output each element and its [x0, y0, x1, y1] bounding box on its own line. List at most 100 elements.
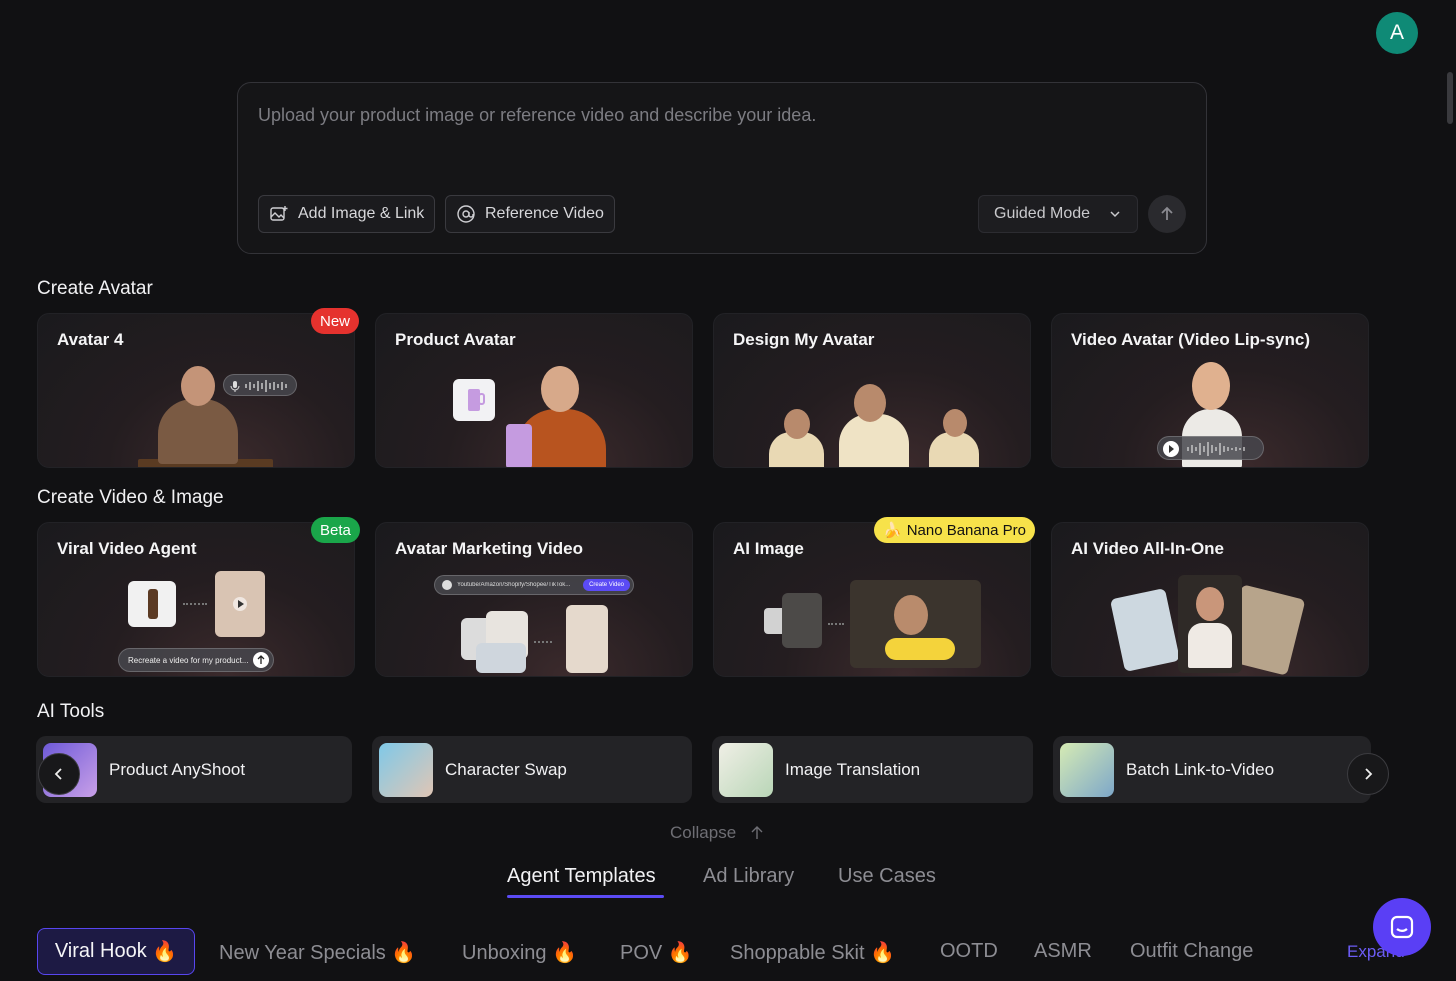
viral-video-agent-card[interactable]: Viral Video Agent Recreate a video for m…: [37, 522, 355, 677]
tab-ad-library[interactable]: Ad Library: [703, 865, 794, 888]
tab-use-cases[interactable]: Use Cases: [838, 865, 936, 888]
chevron-right-icon: [1365, 768, 1373, 780]
card-label: Product Avatar: [395, 330, 516, 349]
create-video-heading: Create Video & Image: [37, 487, 224, 508]
active-tab-indicator: [507, 895, 664, 898]
create-avatar-heading: Create Avatar: [37, 278, 153, 299]
chip-label: Unboxing: [462, 942, 547, 964]
beta-badge: Beta: [311, 517, 360, 543]
product-photo-thumb: [128, 581, 176, 627]
chip-label: Shoppable Skit: [730, 942, 865, 964]
dotted-connector: [183, 603, 207, 605]
source-photo-thumb: [782, 593, 822, 648]
fire-icon: 🔥: [552, 942, 577, 964]
fire-icon: 🔥: [667, 942, 693, 964]
avatar-right-head: [943, 409, 967, 437]
card-label: Avatar Marketing Video: [395, 539, 584, 558]
avatar-4-card[interactable]: Avatar 4: [37, 313, 355, 468]
link-icon: [442, 580, 452, 590]
chip-label: New Year Specials: [219, 942, 386, 964]
avatar-marketing-video-card[interactable]: Avatar Marketing Video Youtube/Amazon/Sh…: [375, 522, 693, 677]
image-add-icon: [270, 206, 288, 221]
new-badge: New: [311, 308, 360, 334]
mini-create-button: Create Video: [583, 579, 630, 591]
chip-shoppable-skit[interactable]: Shoppable Skit 🔥: [730, 940, 895, 965]
prompt-input[interactable]: [258, 105, 1158, 126]
mini-prompt-text: Recreate a video for my product...: [128, 655, 249, 665]
video-avatar-card[interactable]: Video Avatar (Video Lip-sync): [1051, 313, 1369, 468]
chip-new-year-specials[interactable]: New Year Specials 🔥: [219, 940, 416, 965]
arrow-up-icon: [253, 652, 269, 668]
tool-character-swap[interactable]: Character Swap: [372, 736, 692, 803]
tool-image-translation[interactable]: Image Translation: [712, 736, 1033, 803]
tool-product-anyshoot[interactable]: Product AnyShoot: [36, 736, 352, 803]
ai-image-card[interactable]: AI Image: [713, 522, 1031, 677]
chip-viral-hook[interactable]: Viral Hook 🔥: [37, 928, 195, 975]
card-label: Avatar 4: [57, 330, 124, 349]
scrollbar-thumb[interactable]: [1447, 72, 1453, 124]
chat-support-button[interactable]: [1373, 898, 1431, 956]
product-thumb: [453, 379, 495, 421]
add-image-link-label: Add Image & Link: [298, 205, 425, 222]
guided-mode-label: Guided Mode: [994, 205, 1091, 222]
result-image: [850, 580, 981, 668]
reference-video-button[interactable]: Reference Video: [445, 195, 615, 233]
collapse-button[interactable]: Collapse: [670, 823, 764, 843]
chevron-left-icon: [54, 768, 62, 780]
presenter-head: [1192, 362, 1230, 410]
mini-prompt-pill: Recreate a video for my product...: [118, 648, 274, 672]
fire-icon: 🔥: [870, 942, 896, 964]
chip-pov[interactable]: POV 🔥: [620, 940, 693, 965]
fire-icon: 🔥: [152, 941, 178, 963]
tool-batch-link-to-video[interactable]: Batch Link-to-Video: [1053, 736, 1371, 803]
chip-outfit-change[interactable]: Outfit Change: [1130, 940, 1253, 963]
user-avatar[interactable]: A: [1376, 12, 1418, 54]
chip-ootd[interactable]: OOTD: [940, 940, 998, 963]
subject-body: [1188, 623, 1232, 668]
fire-icon: 🔥: [391, 942, 417, 964]
left-photo-card: [1109, 587, 1181, 673]
avatar-center-head: [854, 384, 886, 422]
avatar-right-body: [929, 432, 979, 467]
subject-head: [894, 595, 928, 635]
dotted-connector: [534, 641, 552, 643]
subject-head: [1196, 587, 1224, 621]
tool-label: Product AnyShoot: [109, 759, 246, 779]
add-image-link-button[interactable]: Add Image & Link: [258, 195, 436, 233]
reference-video-label: Reference Video: [485, 205, 604, 222]
presenter-head: [181, 366, 215, 406]
card-label: AI Image: [733, 539, 804, 558]
presenter-body: [158, 399, 238, 464]
guided-mode-select[interactable]: Guided Mode: [978, 195, 1138, 233]
tumbler-shape: [506, 424, 532, 467]
collapse-label: Collapse: [670, 823, 737, 842]
ai-tools-heading: AI Tools: [37, 701, 105, 722]
mini-link-text: Youtube/Amazon/Shopify/Shopee/TikTok...: [457, 582, 571, 588]
chip-unboxing[interactable]: Unboxing 🔥: [462, 940, 577, 965]
chevron-down-icon: [1110, 211, 1120, 218]
avatar-center-body: [839, 414, 909, 467]
video-result-thumb: [566, 605, 608, 673]
ai-video-all-in-one-card[interactable]: AI Video All-In-One: [1051, 522, 1369, 677]
product-avatar-card[interactable]: Product Avatar: [375, 313, 693, 468]
nano-banana-pro-label: Nano Banana Pro: [906, 521, 1026, 539]
tab-agent-templates[interactable]: Agent Templates: [507, 865, 656, 888]
image-translation-thumb: [719, 742, 773, 797]
carousel-next-button[interactable]: [1347, 753, 1389, 795]
design-my-avatar-card[interactable]: Design My Avatar: [713, 313, 1031, 468]
batch-link-to-video-thumb: [1060, 742, 1114, 797]
tumbler-icon: [468, 389, 485, 411]
carousel-prev-button[interactable]: [38, 753, 80, 795]
play-icon: [233, 597, 247, 611]
dotted-connector: [828, 623, 844, 625]
audio-play-pill: [1157, 436, 1264, 460]
tool-label: Batch Link-to-Video: [1126, 759, 1275, 779]
card-label: AI Video All-In-One: [1071, 539, 1225, 558]
chip-label: POV: [620, 942, 663, 964]
banana-shape: [885, 638, 955, 660]
card-label: Viral Video Agent: [57, 539, 197, 558]
presenter-head: [541, 366, 579, 412]
bottle-icon: [148, 589, 158, 619]
send-button[interactable]: [1148, 195, 1186, 233]
chip-asmr[interactable]: ASMR: [1034, 940, 1092, 963]
